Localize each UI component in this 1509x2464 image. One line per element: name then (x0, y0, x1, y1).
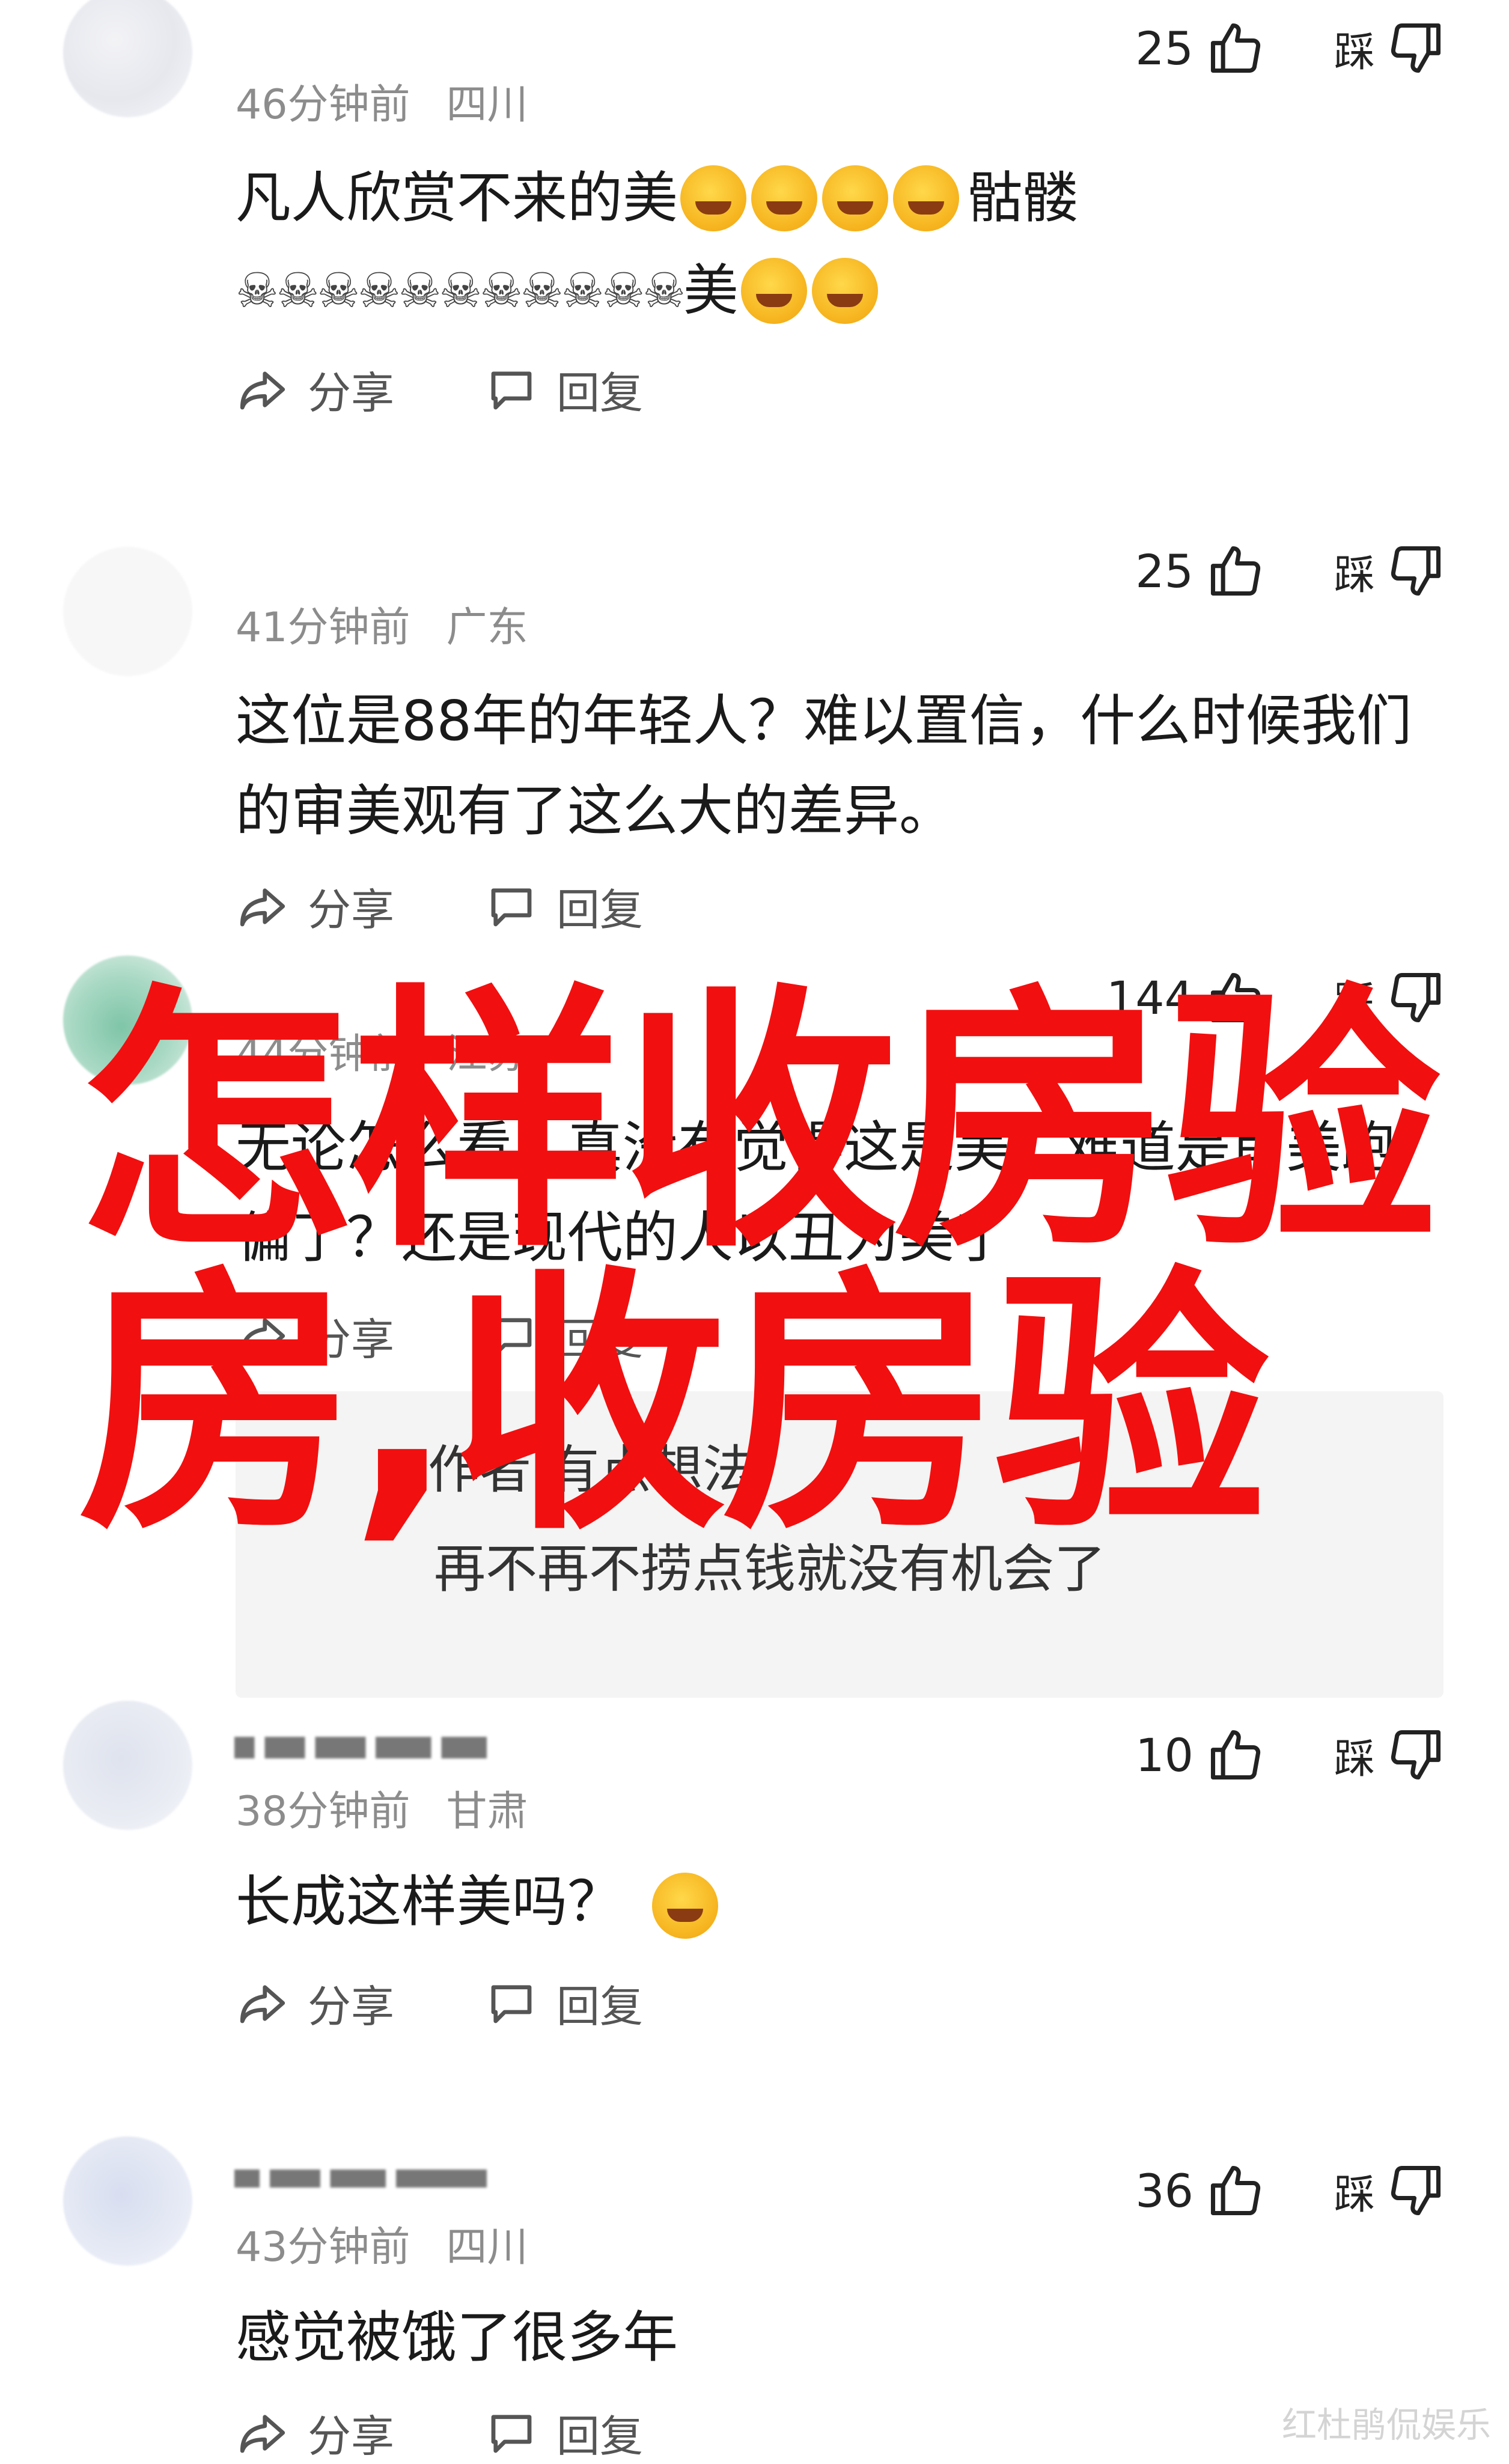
like-button[interactable]: 25 (1135, 541, 1266, 601)
thumbs-down-icon (1386, 1725, 1446, 1785)
thumbs-up-icon (1206, 1725, 1266, 1785)
comment-meta: 43分钟前 四川 (236, 2213, 528, 2273)
username-blurred[interactable] (234, 2170, 487, 2188)
reply-icon (491, 888, 532, 926)
reply-icon (491, 1984, 532, 2023)
dislike-label: 踩 (1334, 28, 1375, 76)
dislike-label: 踩 (1334, 2171, 1375, 2219)
comment-text: 凡人欣赏不来的美 骷髅 ☠☠☠☠☠☠☠☠☠☠☠ 美 (236, 153, 1431, 336)
comment-location: 四川 (446, 81, 528, 129)
comment-location: 四川 (446, 2224, 528, 2271)
dislike-label: 踩 (1334, 551, 1375, 599)
like-button[interactable]: 25 (1135, 18, 1266, 78)
reply-label: 回复 (556, 1981, 644, 2032)
comment-text-tail: 骷髅 (968, 166, 1079, 230)
wink-tongue-emoji-icon (751, 165, 818, 231)
comment-text: 长成这样美吗？ (236, 1857, 1431, 1947)
grin-emoji-icon (740, 258, 807, 324)
avatar[interactable] (63, 0, 192, 117)
comment-actions: 分享 回复 (236, 2401, 733, 2464)
comment-meta: 38分钟前 甘肃 (236, 1778, 528, 1837)
comment-meta: 41分钟前 广东 (236, 594, 528, 653)
share-icon (240, 371, 285, 409)
like-button[interactable]: 10 (1135, 1725, 1266, 1785)
comment-location: 广东 (446, 604, 528, 651)
comment-text: 这位是88年的年轻人？难以置信，什么时候我们的审美观有了这么大的差异。 (236, 689, 1412, 843)
thumbs-up-icon (1206, 18, 1266, 78)
comment-actions: 分享 回复 (236, 1971, 733, 2034)
share-button[interactable]: 分享 (236, 2401, 394, 2464)
watermark: 红杜鹃侃娱乐 (1281, 2405, 1491, 2445)
skull-emojis: ☠☠☠☠☠☠☠☠☠☠☠ (236, 263, 686, 319)
thumbs-down-icon (1386, 2161, 1446, 2221)
grin-emoji-icon (680, 165, 747, 231)
overlay-title-line1: 怎样收房验 (78, 963, 1441, 1284)
share-label: 分享 (308, 368, 395, 418)
reply-button[interactable]: 回复 (484, 358, 643, 421)
surprised-emoji-icon (652, 1872, 719, 1939)
avatar[interactable] (63, 2136, 192, 2266)
thumbs-up-icon (1206, 2161, 1266, 2221)
comment-time: 43分钟前 (236, 2224, 410, 2271)
reply-button[interactable]: 回复 (484, 2401, 643, 2464)
dislike-button[interactable]: 踩 (1334, 1725, 1446, 1785)
wink-tongue-emoji-icon (811, 258, 878, 324)
comment-text: 感觉被饿了很多年 (236, 2305, 678, 2370)
share-icon (240, 888, 285, 926)
comment-meta: 46分钟前 四川 (236, 71, 528, 130)
share-label: 分享 (308, 1981, 395, 2032)
overlay-title-line2: 房,收房验 (78, 1245, 1270, 1567)
comment-time: 41分钟前 (236, 604, 410, 651)
dislike-button[interactable]: 踩 (1334, 2161, 1446, 2221)
share-button[interactable]: 分享 (236, 358, 394, 421)
reply-button[interactable]: 回复 (484, 874, 643, 938)
thumbs-down-icon (1386, 541, 1446, 601)
avatar[interactable] (63, 547, 192, 676)
reply-button[interactable]: 回复 (484, 1971, 643, 2034)
comment-location: 甘肃 (446, 1788, 528, 1835)
dislike-button[interactable]: 踩 (1334, 18, 1446, 78)
share-label: 分享 (308, 885, 395, 935)
dislike-button[interactable]: 踩 (1334, 541, 1446, 601)
comment-text-line2: 美 (683, 258, 739, 323)
username-blurred[interactable] (234, 1737, 487, 1758)
like-count: 10 (1135, 1728, 1193, 1782)
like-count: 25 (1135, 544, 1193, 598)
wink-tongue-emoji-icon (822, 165, 889, 231)
reply-icon (491, 371, 532, 409)
share-button[interactable]: 分享 (236, 874, 394, 938)
comment-actions: 分享 回复 (236, 358, 733, 421)
share-label: 分享 (308, 2411, 395, 2462)
wink-tongue-emoji-icon (893, 165, 960, 231)
comment-time: 46分钟前 (236, 81, 410, 129)
comment-text-line1: 凡人欣赏不来的美 (236, 166, 678, 230)
share-icon (240, 1984, 285, 2023)
comment-text-content: 长成这样美吗？ (236, 1870, 623, 1934)
share-icon (240, 2414, 285, 2453)
dislike-label: 踩 (1334, 1735, 1375, 1783)
reply-label: 回复 (556, 368, 644, 418)
like-count: 36 (1135, 2164, 1193, 2218)
like-count: 25 (1135, 21, 1193, 75)
comment-actions: 分享 回复 (236, 874, 733, 938)
share-button[interactable]: 分享 (236, 1971, 394, 2034)
thumbs-up-icon (1206, 541, 1266, 601)
reply-label: 回复 (556, 2411, 644, 2462)
reply-icon (491, 2414, 532, 2453)
reply-label: 回复 (556, 885, 644, 935)
like-button[interactable]: 36 (1135, 2161, 1266, 2221)
comment-time: 38分钟前 (236, 1788, 410, 1835)
avatar[interactable] (63, 1701, 192, 1830)
thumbs-down-icon (1386, 18, 1446, 78)
